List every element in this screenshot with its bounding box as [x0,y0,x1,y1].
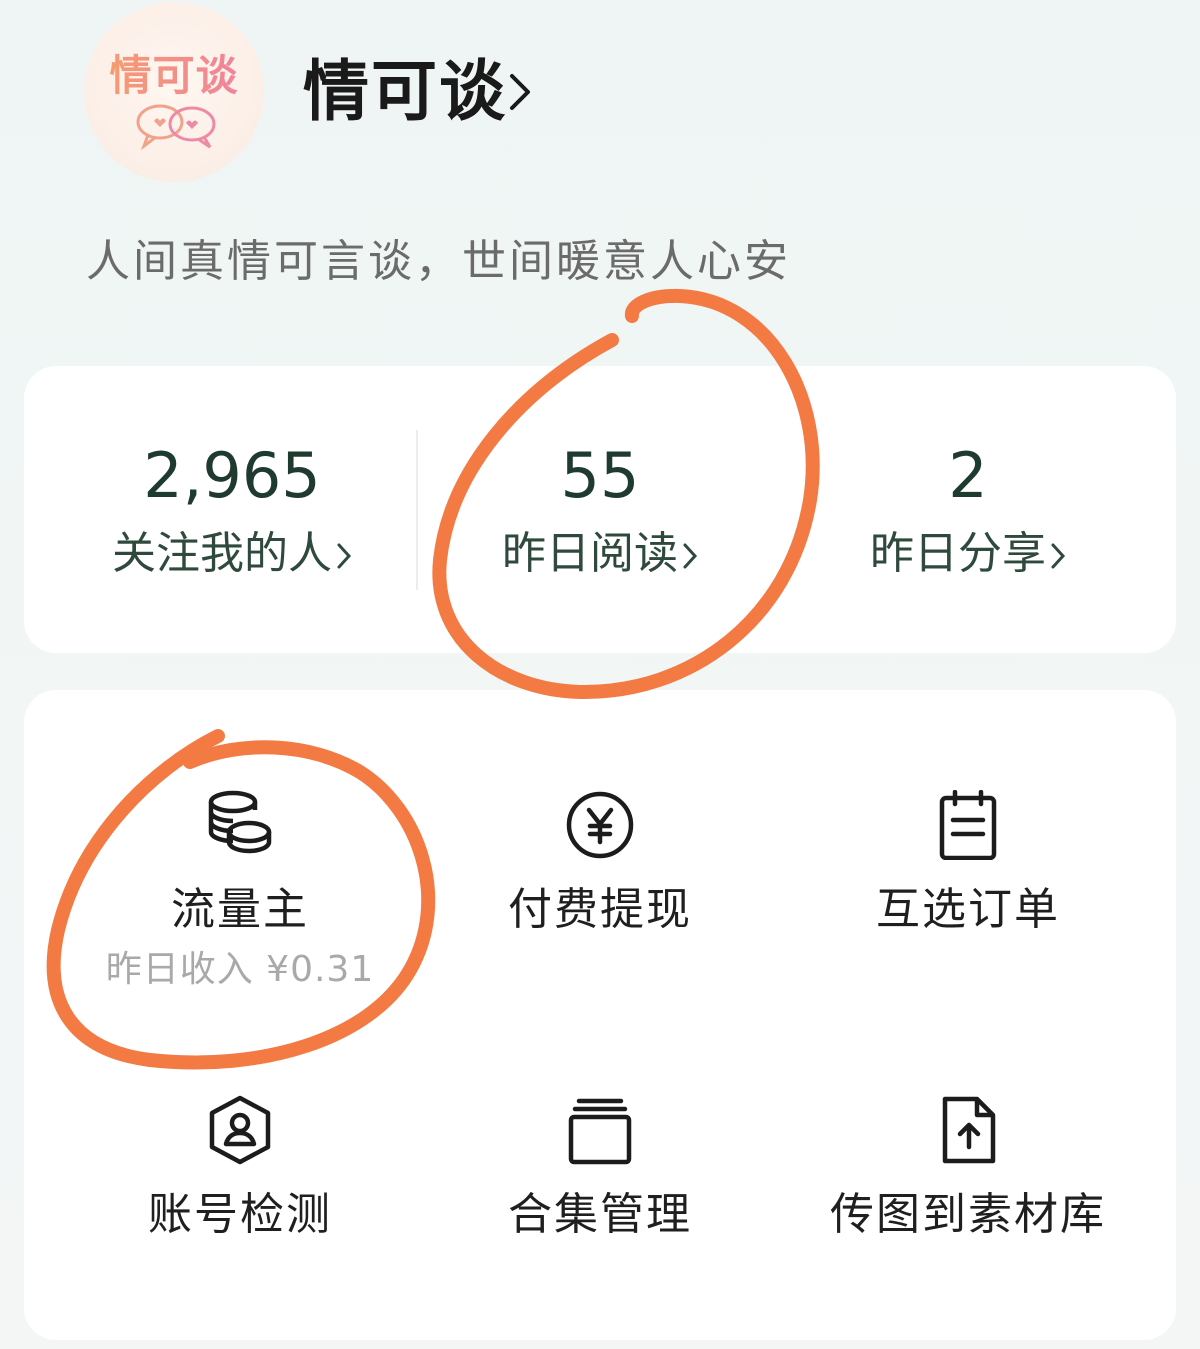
tool-label: 付费提现 [508,884,692,935]
user-shield-icon [209,1095,271,1165]
file-upload-icon [942,1096,996,1164]
tool-liuliangzhu[interactable]: 流量主 昨日收入 ¥0.31 [48,690,432,990]
tool-upload-to-library[interactable]: 传图到素材库 [776,995,1160,1285]
stats-card: 2,965 关注我的人 55 昨日阅读 2 昨日分享 [24,366,1176,653]
tool-collection-manage[interactable]: 合集管理 [408,995,792,1285]
tool-income-text: 昨日收入 ¥0.31 [105,949,375,990]
tool-label: 账号检测 [148,1189,332,1240]
tool-label: 互选订单 [876,884,1060,935]
tool-paid-withdraw[interactable]: 付费提现 [408,690,792,980]
chevron-right-icon [683,543,698,569]
stat-value: 2,965 [143,439,321,512]
stat-yesterday-reads[interactable]: 55 昨日阅读 [408,366,792,653]
stat-label: 关注我的人 [112,528,332,579]
profile-name[interactable]: 情可谈 [303,52,507,132]
tool-account-check[interactable]: 账号检测 [48,995,432,1285]
chat-bubbles-icon [136,104,216,150]
stat-value: 2 [948,439,988,512]
stat-value: 55 [560,439,640,512]
tools-card: 流量主 昨日收入 ¥0.31 付费提现 互选订单 账号检测 合集管理 传图到素材… [24,690,1176,1340]
stat-followers[interactable]: 2,965 关注我的人 [40,366,424,653]
chevron-right-icon [1051,543,1066,569]
chevron-right-icon[interactable] [508,72,532,112]
stat-label-wrap: 昨日阅读 [408,524,792,584]
tool-mutual-orders[interactable]: 互选订单 [776,690,1160,980]
stat-label-wrap: 昨日分享 [776,524,1160,584]
notepad-icon [939,790,997,860]
collection-icon [568,1098,632,1165]
avatar-logo-text: 情可谈 [84,42,264,103]
yen-circle-icon [566,791,634,859]
tool-label: 合集管理 [508,1189,692,1240]
profile-bio: 人间真情可言谈，世间暖意人心安 [86,236,791,287]
stat-label: 昨日阅读 [502,528,678,579]
stat-label: 昨日分享 [870,528,1046,579]
stats-divider [416,430,418,590]
avatar[interactable]: 情可谈 [84,2,264,182]
chevron-right-icon [337,543,352,569]
stat-yesterday-shares[interactable]: 2 昨日分享 [776,366,1160,653]
tool-label: 流量主 [171,884,309,935]
stat-label-wrap: 关注我的人 [40,524,424,584]
tool-label: 传图到素材库 [830,1189,1106,1240]
coins-icon [208,790,272,854]
